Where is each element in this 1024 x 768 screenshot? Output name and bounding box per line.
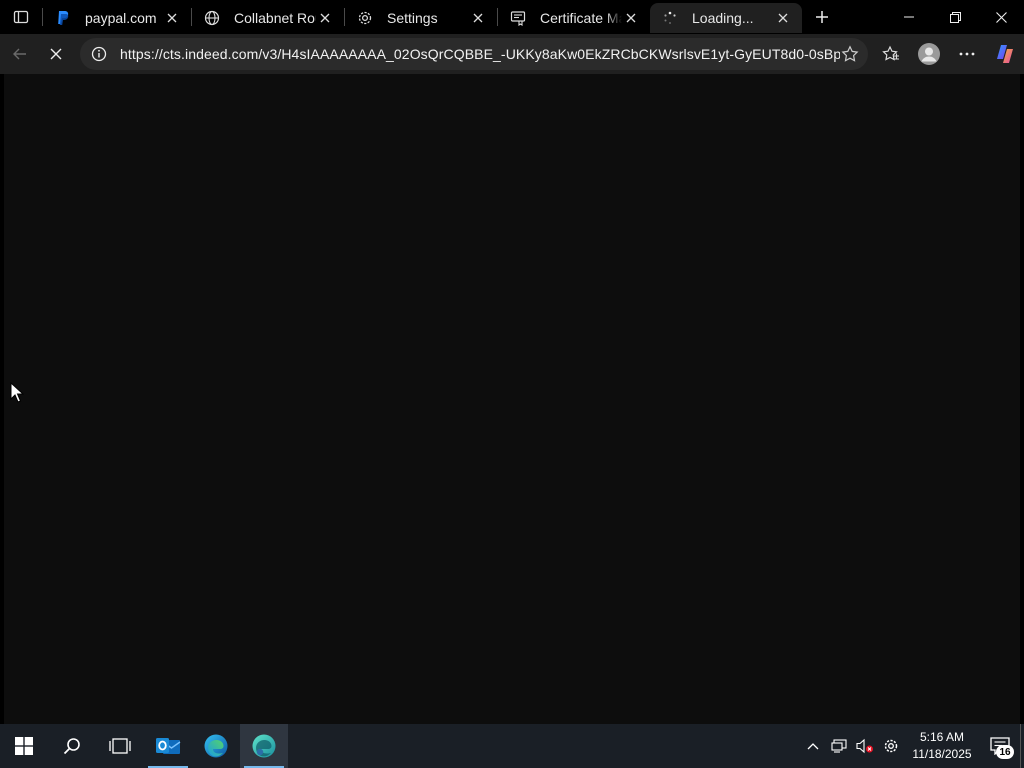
taskbar-edge-beta[interactable] [240,724,288,768]
page-content[interactable] [4,74,1020,724]
tab-certificate-manager[interactable]: Certificate Mana [498,3,650,33]
tab-actions-button[interactable] [0,0,42,34]
notification-center-button[interactable]: 16 [980,724,1020,768]
loading-icon [662,10,678,26]
close-tab-icon[interactable] [316,9,334,27]
more-menu-button[interactable] [949,36,985,72]
taskbar: 5:16 AM 11/18/2025 16 [0,724,1024,768]
network-icon [831,739,847,753]
gear-icon [884,739,898,753]
chevron-up-icon [807,743,819,750]
tab-label: Settings [387,10,438,26]
site-info-icon[interactable] [88,43,110,65]
close-window-button[interactable] [978,0,1024,34]
tab-label: Certificate Mana [540,10,622,26]
system-clock[interactable]: 5:16 AM 11/18/2025 [904,729,980,763]
favorite-star-icon[interactable] [840,44,860,64]
restore-button[interactable] [932,0,978,34]
new-tab-button[interactable] [802,0,842,34]
task-view-button[interactable] [96,724,144,768]
system-tray: 5:16 AM 11/18/2025 16 [800,724,1024,768]
window-controls [886,0,1024,34]
volume-button[interactable] [852,724,878,768]
toolbar: https://cts.indeed.com/v3/H4sIAAAAAAAA_0… [0,34,1024,74]
globe-icon [204,10,220,26]
edge-beta-icon [252,734,276,758]
address-bar[interactable]: https://cts.indeed.com/v3/H4sIAAAAAAAA_0… [80,38,868,70]
tab-loading[interactable]: Loading... [650,3,802,33]
clock-time: 5:16 AM [919,730,965,744]
taskbar-edge[interactable] [192,724,240,768]
back-arrow-icon [13,48,26,60]
restore-icon [949,11,961,23]
close-tab-icon[interactable] [469,9,487,27]
close-tab-icon[interactable] [622,9,640,27]
more-dots-icon [959,52,975,56]
paypal-icon [55,10,71,26]
clock-date: 11/18/2025 [912,747,972,761]
stop-loading-button[interactable] [38,36,74,72]
search-icon [63,738,80,755]
profile-button[interactable] [911,36,947,72]
minimize-button[interactable] [886,0,932,34]
tab-label: Loading... [692,10,754,26]
show-desktop-button[interactable] [1020,724,1024,768]
back-button[interactable] [2,36,38,72]
show-hidden-icons-button[interactable] [800,724,826,768]
settings-tray-button[interactable] [878,724,904,768]
toolbar-right [872,34,1024,74]
gear-icon [357,10,373,26]
volume-muted-icon [856,738,873,754]
start-button[interactable] [0,724,48,768]
tab-actions-icon [13,10,29,24]
search-button[interactable] [48,724,96,768]
tab-strip: paypal.com Collabnet Router Settings Cer… [0,0,1024,34]
taskbar-outlook[interactable] [144,724,192,768]
close-icon [995,11,1007,23]
network-button[interactable] [826,724,852,768]
close-icon [50,48,62,60]
favorites-icon [882,45,899,61]
tab-settings[interactable]: Settings [345,3,497,33]
certificate-icon [510,10,526,26]
tab-label: Collabnet Router [234,10,316,26]
url-text[interactable]: https://cts.indeed.com/v3/H4sIAAAAAAAA_0… [120,46,840,62]
tab-paypal[interactable]: paypal.com [43,3,191,33]
copilot-icon [997,45,1013,63]
notification-count-badge: 16 [996,745,1014,759]
plus-icon [816,11,828,23]
close-tab-icon[interactable] [774,9,792,27]
mouse-cursor-icon [10,382,24,403]
tab-collabnet-router[interactable]: Collabnet Router [192,3,344,33]
copilot-button[interactable] [987,36,1023,72]
minimize-icon [904,16,914,18]
task-view-icon [109,738,131,754]
tab-label: paypal.com [85,10,157,26]
avatar [918,43,940,65]
edge-icon [204,734,228,758]
outlook-icon [156,738,181,754]
favorites-button[interactable] [873,36,909,72]
windows-start-icon [15,737,33,755]
close-tab-icon[interactable] [163,9,181,27]
